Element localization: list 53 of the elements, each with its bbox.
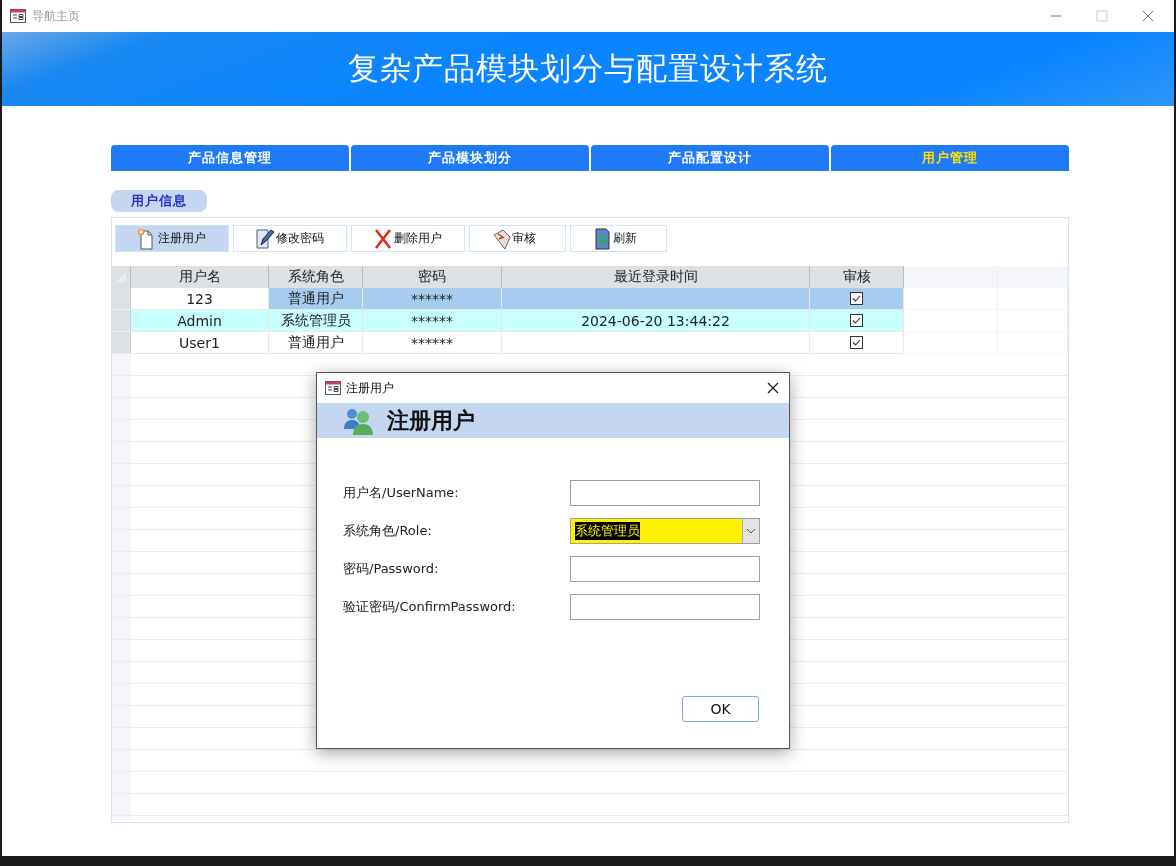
nav-tab[interactable]: 产品模块划分 — [351, 145, 589, 171]
toolbar-button[interactable]: 删除用户 — [351, 225, 465, 252]
column-header[interactable]: 用户名 — [131, 266, 269, 288]
table-cell: ****** — [363, 310, 502, 332]
ok-button[interactable]: OK — [682, 696, 759, 722]
table-cell: 普通用户 — [269, 288, 363, 310]
field-label: 密码/Password: — [343, 560, 440, 578]
nav-tab[interactable]: 产品配置设计 — [591, 145, 829, 171]
input-field[interactable] — [570, 480, 760, 506]
nav-tab[interactable]: 产品信息管理 — [111, 145, 349, 171]
dialog-heading: 注册用户 — [387, 405, 475, 435]
dialog-title: 注册用户 — [346, 379, 394, 397]
window-title: 导航主页 — [32, 7, 80, 25]
table-cell — [998, 332, 1068, 354]
field-label: 验证密码/ConfirmPassword: — [343, 598, 517, 616]
column-header[interactable]: 密码 — [363, 266, 502, 288]
close-icon[interactable] — [767, 382, 779, 394]
field-label: 用户名/UserName: — [343, 484, 460, 502]
form-icon — [10, 9, 26, 23]
toolbar-button[interactable]: 注册用户 — [115, 225, 229, 252]
table-cell: 系统管理员 — [269, 310, 363, 332]
table-cell: ****** — [363, 288, 502, 310]
toolbar-button[interactable]: 刷新 — [570, 225, 667, 252]
toolbar-button[interactable]: 修改密码 — [233, 225, 347, 252]
users-icon — [343, 406, 375, 435]
input-field[interactable] — [570, 594, 760, 620]
role-dropdown[interactable]: 系统管理员 — [570, 518, 760, 544]
dropdown-button[interactable] — [742, 519, 759, 543]
maximize-icon[interactable] — [1096, 10, 1108, 22]
table-cell: 123 — [131, 288, 269, 310]
column-header[interactable]: 审核 — [810, 266, 904, 288]
row-selector-corner[interactable] — [112, 266, 131, 288]
header-cell — [998, 266, 1068, 288]
toolbar-button[interactable]: 审核 — [469, 225, 566, 252]
checkbox[interactable] — [850, 292, 863, 305]
field-label: 系统角色/Role: — [343, 522, 433, 540]
table-cell — [998, 310, 1068, 332]
table-cell: 2024-06-20 13:44:22 — [502, 310, 810, 332]
column-header[interactable]: 最近登录时间 — [502, 266, 810, 288]
row-selector[interactable] — [112, 288, 131, 310]
section-label: 用户信息 — [111, 190, 207, 212]
table-cell: Admin — [131, 310, 269, 332]
form-icon — [325, 381, 341, 395]
row-selector[interactable] — [112, 332, 131, 354]
checkbox[interactable] — [850, 314, 863, 327]
checkbox[interactable] — [850, 336, 863, 349]
input-field[interactable] — [570, 556, 760, 582]
row-selector[interactable] — [112, 310, 131, 332]
pencil-icon — [254, 226, 276, 251]
column-header[interactable]: 系统角色 — [269, 266, 363, 288]
table-cell — [998, 288, 1068, 310]
app-title: 复杂产品模块划分与配置设计系统 — [348, 49, 828, 88]
chevron-down-icon — [746, 528, 756, 534]
